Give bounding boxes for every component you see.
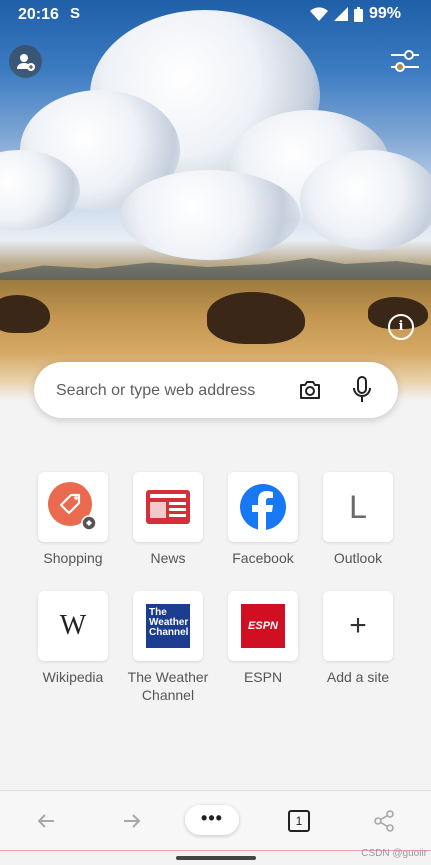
page-settings-button[interactable] xyxy=(389,46,421,76)
camera-icon[interactable] xyxy=(298,378,322,402)
facebook-tile-icon-box xyxy=(228,472,298,542)
tile-weather-channel[interactable]: The Weather Channel The Weather Channel xyxy=(118,591,218,704)
search-bar[interactable] xyxy=(34,362,398,420)
tile-label: News xyxy=(150,550,186,566)
outlook-tile-icon-box: L xyxy=(323,472,393,542)
news-icon xyxy=(146,490,190,524)
battery-icon xyxy=(353,6,363,22)
add-profile-icon xyxy=(16,53,35,71)
espn-tile-icon-box: ESPN xyxy=(228,591,298,661)
back-arrow-icon[interactable] xyxy=(34,809,58,833)
tile-label: The Weather Channel xyxy=(127,669,209,703)
add-site-tile-icon-box: + xyxy=(323,591,393,661)
image-info-button[interactable]: i xyxy=(388,314,414,340)
plus-icon: + xyxy=(349,609,367,642)
espn-logo: ESPN xyxy=(241,604,285,648)
tile-espn[interactable]: ESPN ESPN xyxy=(213,591,313,686)
share-icon[interactable] xyxy=(372,809,396,833)
battery-level: 99% xyxy=(368,5,401,22)
wikipedia-tile-icon-box: W xyxy=(38,591,108,661)
tile-label: ESPN xyxy=(243,669,283,685)
tile-news[interactable]: News xyxy=(118,472,218,567)
more-menu-button[interactable]: ••• xyxy=(185,805,239,835)
tile-label: Facebook xyxy=(232,550,294,566)
profile-button[interactable] xyxy=(9,45,42,78)
tile-outlook[interactable]: L Outlook xyxy=(308,472,408,567)
background-image xyxy=(0,0,431,400)
bottom-toolbar: ••• 1 xyxy=(0,790,431,851)
wikipedia-w-icon: W xyxy=(59,610,87,641)
tile-facebook[interactable]: Facebook xyxy=(213,472,313,567)
gesture-handle[interactable] xyxy=(176,856,256,860)
microphone-icon[interactable] xyxy=(352,376,372,404)
status-time: 20:16 xyxy=(18,6,59,23)
weather-tile-icon-box: The Weather Channel xyxy=(133,591,203,661)
tile-label: Shopping xyxy=(43,550,103,566)
shopping-tile-icon-box xyxy=(38,472,108,542)
wifi-icon xyxy=(309,7,328,21)
search-input[interactable] xyxy=(54,362,288,420)
tile-label: Add a site xyxy=(326,669,390,685)
signal-icon xyxy=(333,7,348,21)
sliders-icon xyxy=(391,50,419,72)
tile-label: Outlook xyxy=(333,550,383,566)
tile-add-site[interactable]: + Add a site xyxy=(308,591,408,686)
notification-icon: S xyxy=(70,5,81,22)
forward-arrow-icon[interactable] xyxy=(120,809,144,833)
status-bar: 20:16 S 99% xyxy=(0,0,431,30)
letter-l-icon: L xyxy=(349,488,367,525)
facebook-icon xyxy=(240,484,286,530)
shopping-tag-icon xyxy=(48,482,97,531)
tile-label: Wikipedia xyxy=(42,669,104,685)
news-tile-icon-box xyxy=(133,472,203,542)
watermark: CSDN @guoiir xyxy=(361,848,427,859)
tabs-button[interactable]: 1 xyxy=(288,810,310,832)
tile-shopping[interactable]: Shopping xyxy=(23,472,123,567)
tile-wikipedia[interactable]: W Wikipedia xyxy=(23,591,123,686)
weather-channel-logo: The Weather Channel xyxy=(146,604,190,648)
